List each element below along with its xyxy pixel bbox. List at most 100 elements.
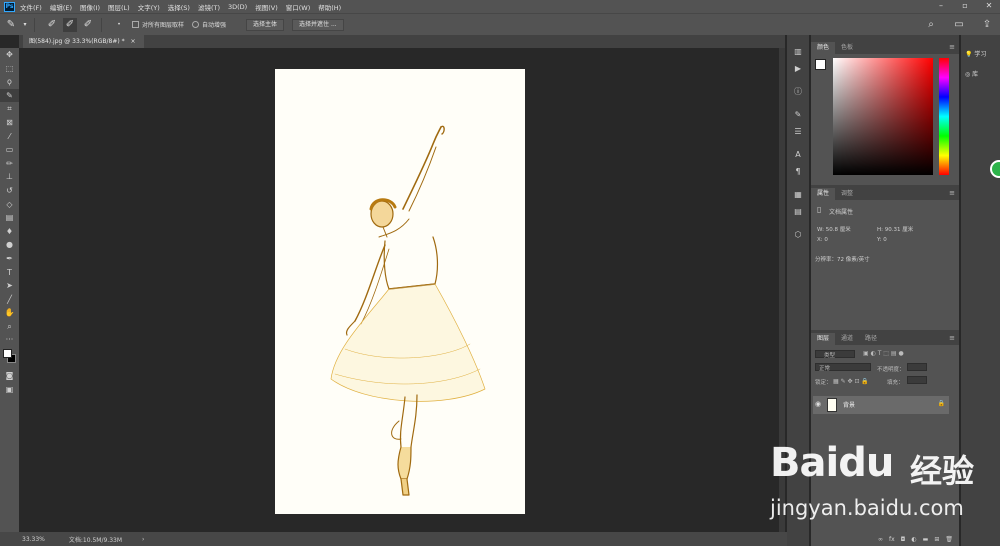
panel-menu-icon[interactable]: ≡ — [949, 189, 955, 197]
y-value[interactable]: Y: 0 — [877, 237, 887, 243]
healing-brush-tool-icon[interactable]: ▭ — [0, 143, 19, 157]
marquee-tool-icon[interactable]: ⬚ — [0, 62, 19, 76]
crop-tool-icon[interactable]: ⌗ — [0, 102, 19, 116]
tab-properties[interactable]: 属性 — [811, 188, 836, 200]
brush-settings-icon[interactable]: ✎ — [787, 106, 809, 123]
history-icon[interactable]: ▥ — [787, 43, 809, 60]
learn-button[interactable]: 💡 学习 — [965, 49, 986, 58]
tab-layers[interactable]: 图层 — [811, 333, 836, 345]
auto-enhance-checkbox[interactable] — [192, 21, 200, 28]
new-layer-icon[interactable]: ⊞ — [934, 534, 939, 546]
width-value[interactable]: W: 50.8 厘米 — [817, 225, 851, 233]
3d-cube-icon[interactable]: ⬡ — [787, 226, 809, 243]
foreground-color-swatch[interactable] — [3, 349, 12, 359]
menu-3d[interactable]: 3D(D) — [228, 3, 247, 11]
height-value[interactable]: H: 90.31 厘米 — [877, 225, 913, 233]
select-subject-button[interactable]: 选择主体 — [246, 18, 285, 31]
saturation-value-field[interactable] — [833, 58, 933, 175]
menu-view[interactable]: 视图(V) — [255, 2, 278, 12]
library-button[interactable]: ◎ 库 — [965, 69, 978, 78]
brush-tool-icon[interactable]: ✏ — [0, 157, 19, 171]
minimize-icon[interactable]: – — [936, 1, 946, 11]
picker-foreground-color[interactable] — [815, 59, 826, 70]
sample-all-layers-checkbox[interactable] — [132, 21, 139, 28]
dodge-tool-icon[interactable]: ● — [0, 238, 19, 252]
swatches-grid-icon[interactable]: ▦ — [787, 186, 809, 203]
search-icon[interactable]: ⌕ — [924, 18, 938, 32]
menu-layer[interactable]: 图层(L) — [108, 2, 130, 12]
blend-mode-select[interactable]: 正常 — [815, 363, 871, 372]
new-group-icon[interactable]: ▬ — [923, 534, 929, 546]
quick-select-tool-icon[interactable]: ✎ — [4, 18, 18, 32]
panel-menu-icon[interactable]: ≡ — [949, 334, 955, 342]
close-icon[interactable]: ✕ — [984, 1, 994, 11]
color-swatches[interactable] — [0, 347, 19, 369]
select-and-mask-button[interactable]: 选择并遮住 ... — [292, 18, 344, 31]
add-mask-icon[interactable]: ◘ — [901, 534, 906, 546]
menu-select[interactable]: 选择(S) — [168, 2, 190, 12]
notes-icon[interactable]: ▤ — [787, 203, 809, 220]
visibility-eye-icon[interactable]: ◉ — [815, 400, 821, 408]
x-value[interactable]: X: 0 — [817, 237, 828, 243]
tab-paths[interactable]: 路径 — [859, 333, 883, 345]
close-tab-icon[interactable]: × — [131, 38, 136, 45]
menu-window[interactable]: 窗口(W) — [286, 2, 311, 12]
document-canvas[interactable] — [275, 69, 525, 514]
type-tool-icon[interactable]: T — [0, 266, 19, 280]
layer-name[interactable]: 背景 — [843, 400, 855, 409]
line-tool-icon[interactable]: ╱ — [0, 293, 19, 307]
lasso-tool-icon[interactable]: ϙ — [0, 75, 19, 89]
canvas-area[interactable] — [19, 48, 779, 532]
workspace-icon[interactable]: ▭ — [952, 18, 966, 32]
tab-channels[interactable]: 通道 — [835, 333, 859, 345]
quick-selection-tool-icon[interactable]: ✎ — [0, 88, 19, 103]
opacity-field[interactable] — [907, 363, 927, 371]
character-icon[interactable]: A — [787, 146, 809, 163]
quick-mask-icon[interactable]: ◙ — [0, 369, 19, 383]
share-icon[interactable]: ⇪ — [980, 18, 994, 32]
tab-swatches[interactable]: 色板 — [835, 42, 859, 54]
add-selection-icon[interactable]: ✐ — [63, 17, 77, 32]
menu-file[interactable]: 文件(F) — [20, 2, 42, 12]
info-icon[interactable]: ⓘ — [787, 83, 809, 100]
tool-preset-chevron-icon[interactable]: ▾ — [22, 18, 28, 32]
menu-filter[interactable]: 滤镜(T) — [198, 2, 220, 12]
eyedropper-tool-icon[interactable]: ⁄ — [0, 130, 19, 144]
subtract-selection-icon[interactable]: ✐ — [81, 18, 95, 32]
more-tools-icon[interactable]: ··· — [0, 333, 19, 347]
blur-tool-icon[interactable]: ♦ — [0, 225, 19, 239]
menu-image[interactable]: 图像(I) — [80, 2, 100, 12]
adjustment-layer-icon[interactable]: ◐ — [911, 534, 916, 546]
layer-kind-filter[interactable]: 类型 — [815, 350, 855, 359]
hue-slider[interactable] — [939, 58, 949, 175]
brush-size-icon[interactable]: • — [112, 18, 126, 32]
frame-tool-icon[interactable]: ⊠ — [0, 116, 19, 130]
actions-play-icon[interactable]: ▶ — [787, 60, 809, 77]
lock-icons[interactable]: ▦ ✎ ✥ ⊡ 🔒 — [833, 378, 869, 385]
menu-type[interactable]: 文字(Y) — [138, 2, 160, 12]
move-tool-icon[interactable]: ✥ — [0, 48, 19, 62]
tab-color[interactable]: 颜色 — [811, 42, 836, 54]
layer-style-icon[interactable]: fx — [889, 534, 895, 546]
zoom-tool-icon[interactable]: ⌕ — [0, 320, 19, 334]
document-tab[interactable]: 图(584).jpg @ 33.3%(RGB/8#) * × — [23, 35, 144, 48]
fill-field[interactable] — [907, 376, 927, 384]
canvas-scrollbar[interactable] — [779, 48, 785, 532]
screen-mode-icon[interactable]: ▣ — [0, 383, 19, 397]
history-brush-tool-icon[interactable]: ↺ — [0, 184, 19, 198]
pen-tool-icon[interactable]: ✒ — [0, 252, 19, 266]
layer-filter-icons[interactable]: ▣ ◐ T ⬚ ▤ ● — [863, 350, 904, 357]
trash-icon[interactable]: 🗑 — [945, 534, 953, 546]
link-layers-icon[interactable]: ∞ — [878, 534, 883, 546]
maximize-icon[interactable]: ▫ — [960, 1, 970, 11]
tab-adjustments[interactable]: 调整 — [835, 188, 859, 200]
menu-help[interactable]: 帮助(H) — [318, 2, 341, 12]
panel-menu-icon[interactable]: ≡ — [949, 43, 955, 51]
new-selection-icon[interactable]: ✐ — [45, 18, 59, 32]
hand-tool-icon[interactable]: ✋ — [0, 306, 19, 320]
layer-row[interactable]: ◉ 背景 🔒 — [813, 396, 949, 414]
adjustments-icon[interactable]: ☰ — [787, 123, 809, 140]
menu-edit[interactable]: 编辑(E) — [50, 2, 72, 12]
path-selection-tool-icon[interactable]: ➤ — [0, 279, 19, 293]
gradient-tool-icon[interactable]: ▤ — [0, 211, 19, 225]
